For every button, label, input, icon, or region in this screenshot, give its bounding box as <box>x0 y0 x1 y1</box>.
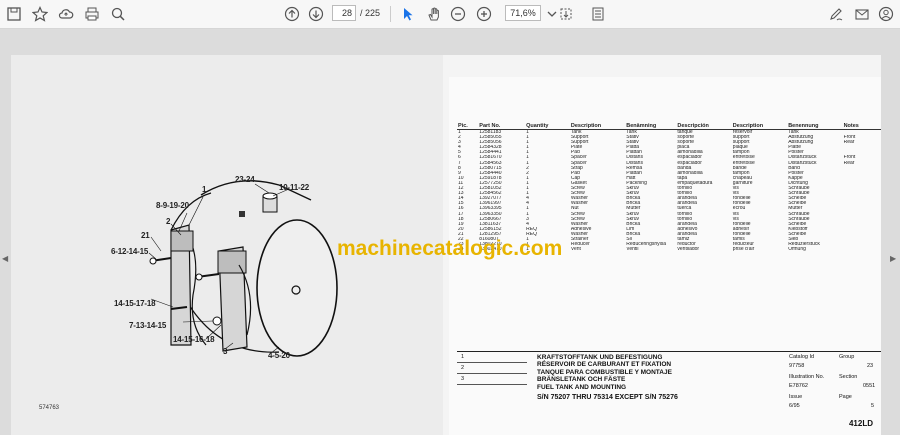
callout-label: 4-5-20 <box>268 351 290 360</box>
revision-row: 1 <box>457 352 527 363</box>
figure-id: 574763 <box>39 405 60 411</box>
issue-label: Issue <box>789 394 803 400</box>
group-value: 23 <box>867 363 874 369</box>
title-en: FUEL TANK AND MOUNTING <box>537 383 627 391</box>
illustration-label: Illustration No. <box>789 374 825 380</box>
table-cell: prise d'air <box>732 247 755 253</box>
page-number-input[interactable]: 28 <box>332 5 356 21</box>
catalog-id-value: 97758 <box>789 363 805 369</box>
callout-label: 3 <box>223 347 228 356</box>
page-label: Page <box>839 394 852 400</box>
section-label: Section <box>839 374 858 380</box>
serial-range: S/N 75207 THRU 75314 EXCEPT S/N 75276 <box>537 394 678 401</box>
parts-table: Pic. Part No. Quantity Description Benäm… <box>457 123 881 252</box>
table-cell: ventilador <box>677 247 700 253</box>
table-cell <box>843 247 881 252</box>
right-nav-arrow-icon[interactable]: ▶ <box>890 254 896 263</box>
parts-table-body: 1 12581183 1 Tank Tank tanque réservoir Tank 2 12… <box>457 130 881 253</box>
issue-value: 6/95 <box>789 403 800 409</box>
callout-label: 2 <box>166 217 171 226</box>
catalog-id-label: Catalog Id <box>789 354 815 360</box>
bookmark-star-icon[interactable] <box>30 4 50 24</box>
table-cell: Öffnung <box>788 247 806 253</box>
hand-pan-icon[interactable] <box>424 4 444 24</box>
left-nav-arrow-icon[interactable]: ◀ <box>2 254 8 263</box>
fit-page-icon[interactable] <box>556 4 576 24</box>
page-value: 5 <box>871 403 875 409</box>
pdf-toolbar: 28 / 225 71,6% <box>0 0 900 29</box>
page-total: / 225 <box>360 8 381 18</box>
zoom-out-icon[interactable] <box>448 4 468 24</box>
callout-label: 14-15-16-18 <box>173 335 215 344</box>
table-cell: Ventil <box>626 247 639 253</box>
revision-list: 1 2 3 <box>457 352 527 402</box>
zoom-in-icon[interactable] <box>474 4 494 24</box>
select-cursor-icon[interactable] <box>398 4 418 24</box>
callout-label: 1 <box>202 185 207 194</box>
watermark-text: machinecatalogic.com <box>337 237 563 260</box>
catalog-meta: Catalog Id Group 97758 23 Illustration N… <box>787 352 881 412</box>
zoom-search-icon[interactable] <box>108 4 128 24</box>
callout-label: 14-15-17-18 <box>114 299 156 308</box>
callout-label: 8-9-19-20 <box>156 201 189 210</box>
title-block: 1 2 3 KRAFTSTOFFTANK UND BEFESTIGUNG RÉS… <box>457 351 881 435</box>
document-viewer[interactable]: ◀ ▶ 23-24 10-11-22 1 8-9-19-20 2 21 6-12… <box>0 29 900 435</box>
callout-label: 10-11-22 <box>279 183 309 192</box>
drawing-titles: KRAFTSTOFFTANK UND BEFESTIGUNG RÉSERVOIR… <box>537 354 672 391</box>
next-page-icon[interactable] <box>306 4 326 24</box>
cloud-upload-icon[interactable] <box>56 4 76 24</box>
sign-pen-icon[interactable] <box>826 4 846 24</box>
revision-row: 2 <box>457 363 527 374</box>
zoom-level-select[interactable]: 71,6% <box>505 5 541 21</box>
section-value: 0551 <box>863 383 876 389</box>
previous-page-icon[interactable] <box>282 4 302 24</box>
callout-label: 6-12-14-15 <box>111 247 149 256</box>
title-fr: RÉSERVOIR DE CARBURANT ET FIXATION <box>537 361 672 369</box>
table-cell: Vent <box>570 247 581 253</box>
title-sv: BRÄNSLETANK OCH FÄSTE <box>537 376 626 384</box>
callout-label: 21 <box>141 231 150 240</box>
save-icon[interactable] <box>4 4 24 24</box>
illustration-value: E78762 <box>789 383 808 389</box>
toolbar-divider <box>390 6 391 22</box>
model-number: 412LD <box>848 419 873 428</box>
callout-label: 7-13-14-15 <box>129 321 167 330</box>
revision-row: 3 <box>457 374 527 385</box>
account-icon[interactable] <box>876 4 896 24</box>
page-scroll-icon[interactable] <box>588 4 608 24</box>
group-label: Group <box>839 354 855 360</box>
share-mail-icon[interactable] <box>852 4 872 24</box>
callout-label: 23-24 <box>235 175 255 184</box>
print-icon[interactable] <box>82 4 102 24</box>
